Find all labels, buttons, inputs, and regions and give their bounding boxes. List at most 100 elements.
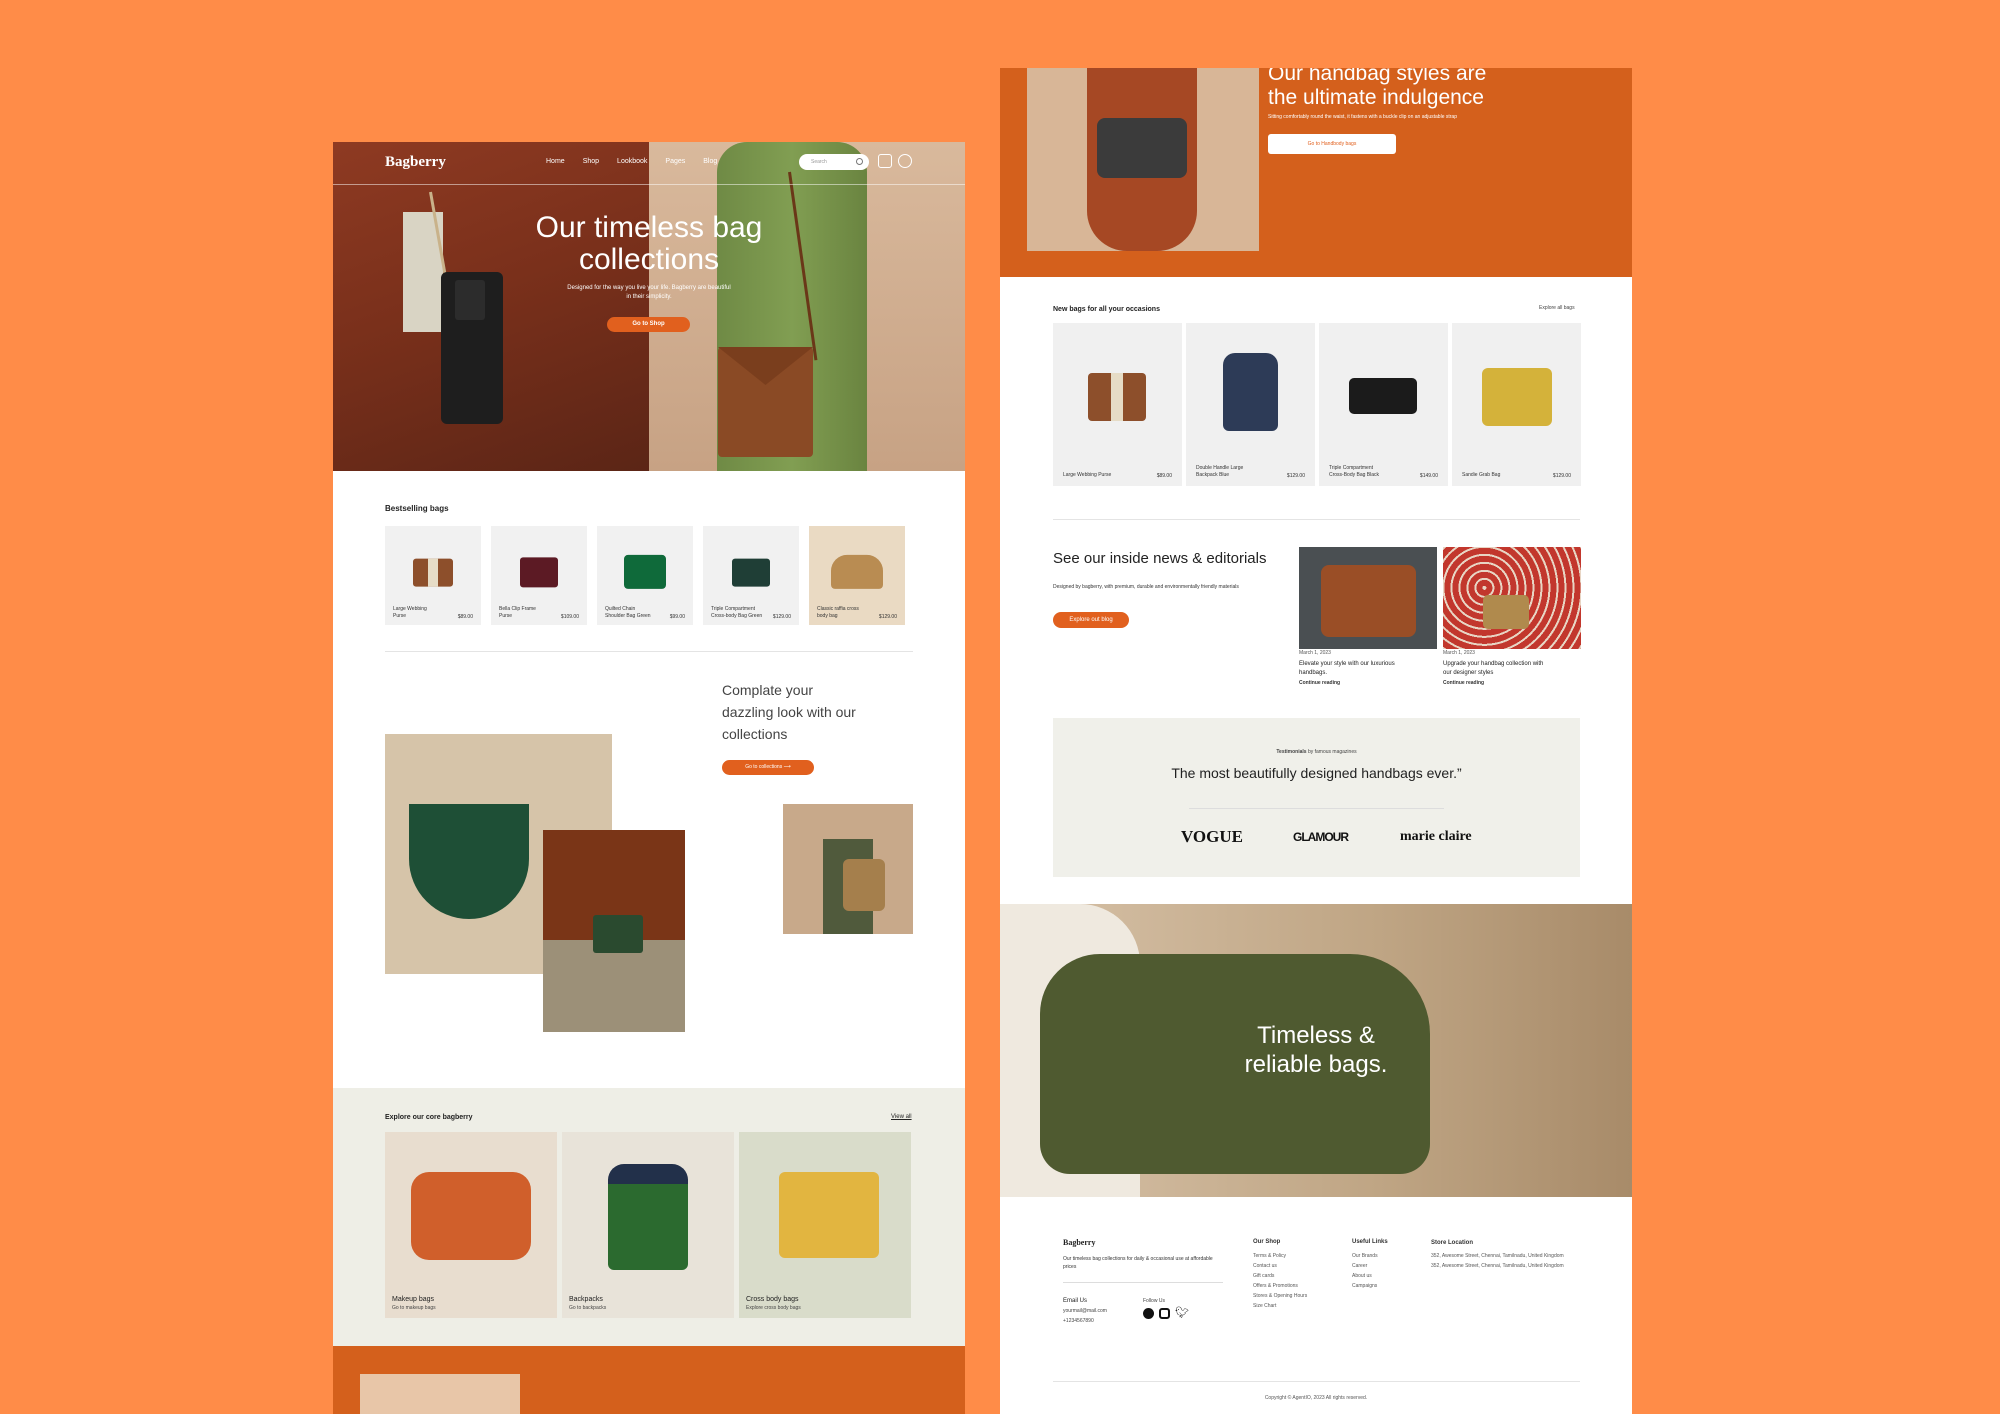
product-image	[1223, 353, 1278, 431]
next-section-image	[360, 1374, 520, 1414]
belt-bag	[1097, 118, 1187, 178]
search-input[interactable]: Search	[799, 154, 869, 170]
product-image	[1482, 368, 1552, 426]
footer-phone[interactable]: +1234567890	[1063, 1318, 1094, 1324]
hero-section: Bagberry Home Shop Lookbook Pages Blog S…	[333, 142, 965, 471]
product-name-line2: Shoulder Bag Green	[605, 613, 651, 619]
nav-shop[interactable]: Shop	[583, 158, 599, 165]
news-post-title[interactable]: Upgrade your handbag collection with our …	[1443, 660, 1543, 678]
handbag-section: Our handbag styles are the ultimate indu…	[1000, 68, 1632, 277]
footer-link[interactable]: Contact us	[1253, 1261, 1307, 1271]
facebook-icon[interactable]	[1143, 1308, 1154, 1319]
search-placeholder: Search	[811, 159, 827, 165]
product-card[interactable]: Triple Compartment Cross-body Bag Green $…	[703, 526, 799, 625]
explore-blog-button[interactable]: Explore out blog	[1053, 612, 1129, 628]
brand-logo[interactable]: Bagberry	[385, 154, 446, 171]
twitter-icon[interactable]: 🐦︎	[1175, 1308, 1189, 1319]
handbag-image	[1027, 68, 1259, 251]
product-price: $129.00	[1552, 473, 1571, 479]
footer-link[interactable]: Terms & Policy	[1253, 1251, 1307, 1261]
product-name: Triple Compartment Cross-Body Bag Black	[1329, 465, 1379, 479]
product-name-line1: Sandie Grab Bag	[1462, 472, 1501, 478]
new-bags-title: New bags for all your occasions	[1053, 306, 1160, 313]
footer-link[interactable]: Campaigns	[1352, 1281, 1378, 1291]
product-card[interactable]: Triple Compartment Cross-Body Bag Black $…	[1319, 323, 1448, 486]
product-card[interactable]: Large Webbing Purse $89.00	[385, 526, 481, 625]
product-card[interactable]: Double Handle Large Backpack Blue $129.00	[1186, 323, 1315, 486]
footer-link[interactable]: Stores & Opening Hours	[1253, 1291, 1307, 1301]
product-card[interactable]: Quilted Chain Shoulder Bag Green $99.00	[597, 526, 693, 625]
go-to-shop-button[interactable]: Go to Shop	[607, 317, 690, 332]
collections-heading: Complate your dazzling look with our col…	[722, 679, 856, 745]
product-image	[1088, 373, 1146, 421]
product-price: $129.00	[772, 614, 791, 620]
useful-links: Our Brands Career About us Campaigns	[1352, 1251, 1378, 1291]
footer-link[interactable]: Size Chart	[1253, 1301, 1307, 1311]
product-price: $149.00	[1419, 473, 1438, 479]
hero-title-line1: Our timeless bag	[535, 211, 763, 244]
user-icon[interactable]	[898, 154, 912, 168]
product-image	[831, 554, 883, 589]
footer-link[interactable]: Offers & Promotions	[1253, 1281, 1307, 1291]
category-sub: Explore cross body bags	[746, 1305, 801, 1311]
handbag-title: Our handbag styles are the ultimate indu…	[1268, 68, 1486, 110]
category-title: Backpacks	[569, 1296, 603, 1303]
footer-link[interactable]: Gift cards	[1253, 1271, 1307, 1281]
view-all-link[interactable]: View all	[891, 1114, 912, 1120]
explore-all-link[interactable]: Explore all bags	[1539, 305, 1575, 311]
news-bag	[1321, 565, 1416, 637]
news-image-2[interactable]	[1443, 547, 1581, 649]
cart-icon[interactable]	[878, 154, 892, 168]
footer-email[interactable]: yourmail@mail.com	[1063, 1308, 1107, 1314]
product-name-line2: body bag	[817, 613, 838, 619]
product-name: Classic raffia cross body bag	[817, 606, 859, 620]
category-card-backpacks[interactable]: Backpacks Go to backpacks	[562, 1132, 734, 1318]
footer-link[interactable]: About us	[1352, 1271, 1378, 1281]
hero-phone-bag	[441, 272, 503, 424]
news-image-1[interactable]	[1299, 547, 1437, 649]
testimonials-label: Testimonials by famous magazines	[1053, 749, 1580, 755]
nav-lookbook[interactable]: Lookbook	[617, 158, 647, 165]
product-name: Sandie Grab Bag	[1462, 472, 1500, 479]
product-card[interactable]: Classic raffia cross body bag $129.00	[809, 526, 905, 625]
product-image	[624, 554, 666, 589]
raffia-bag	[843, 859, 885, 911]
product-card[interactable]: Sandie Grab Bag $129.00	[1452, 323, 1581, 486]
nav-home[interactable]: Home	[546, 158, 565, 165]
product-image	[413, 558, 453, 587]
product-name: Triple Compartment Cross-body Bag Green	[711, 606, 762, 620]
instagram-icon[interactable]	[1159, 1308, 1170, 1319]
continue-reading-link[interactable]: Continue reading	[1299, 680, 1340, 686]
footer-link[interactable]: Career	[1352, 1261, 1378, 1271]
go-to-collections-button[interactable]: Go to collections ⟶	[722, 760, 814, 775]
product-name: Double Handle Large Backpack Blue	[1196, 465, 1243, 479]
product-name-line2: Cross-Body Bag Black	[1329, 472, 1380, 478]
go-to-handbody-button[interactable]: Go to Handbody bags	[1268, 134, 1396, 154]
product-name-line1: Double Handle Large	[1196, 465, 1244, 471]
category-card-makeup[interactable]: Makeup bags Go to makeup bags	[385, 1132, 557, 1318]
banner-section: Timeless & reliable bags.	[1000, 904, 1632, 1197]
continue-reading-link[interactable]: Continue reading	[1443, 680, 1484, 686]
category-card-crossbody[interactable]: Cross body bags Explore cross body bags	[739, 1132, 911, 1318]
nav-blog[interactable]: Blog	[703, 158, 717, 165]
news-post-title[interactable]: Elevate your style with our luxurious han…	[1299, 660, 1395, 678]
product-name-line2: Purse	[393, 613, 407, 619]
product-card[interactable]: Large Webbing Purse $89.00	[1053, 323, 1182, 486]
product-name-line1: Triple Compartment	[711, 606, 755, 612]
collections-heading-line3: collections	[722, 726, 788, 742]
product-name-line1: Bella Clip Frame	[499, 606, 536, 612]
product-name-line2: Backpack Blue	[1196, 472, 1230, 478]
nav-pages[interactable]: Pages	[665, 158, 685, 165]
product-name: Large Webbing Purse	[1063, 472, 1111, 479]
footer-link[interactable]: Our Brands	[1352, 1251, 1378, 1261]
product-image	[1349, 378, 1417, 414]
arrow-right-icon: ⟶	[783, 764, 791, 770]
product-name-line2: Purse	[499, 613, 513, 619]
divider	[385, 651, 913, 652]
product-card[interactable]: Bella Clip Frame Purse $109.00	[491, 526, 587, 625]
category-sub: Go to backpacks	[569, 1305, 607, 1311]
store-locations: 352, Awesome Street, Chennai, Tamilnadu,…	[1431, 1251, 1564, 1271]
testimonials-label-bold: Testimonials	[1276, 749, 1307, 755]
product-name-line1: Large Webbing Purse	[1063, 472, 1112, 478]
footer-logo[interactable]: Bagberry	[1063, 1238, 1095, 1247]
